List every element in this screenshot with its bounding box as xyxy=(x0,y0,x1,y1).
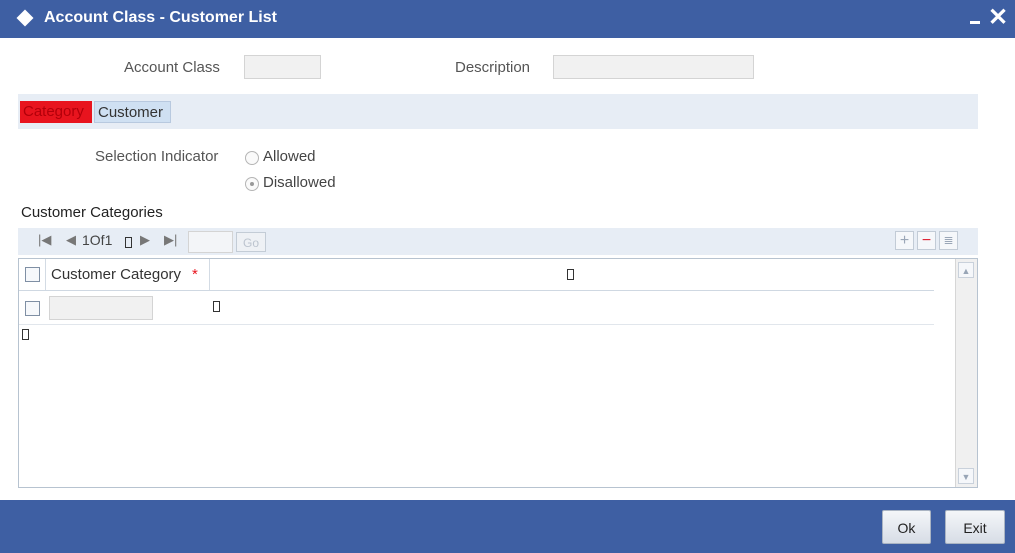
ok-button[interactable]: Ok xyxy=(882,510,931,544)
page-number-input[interactable] xyxy=(188,231,233,253)
scroll-down-icon[interactable]: ▼ xyxy=(958,468,974,484)
prev-page-icon[interactable]: ◀ xyxy=(66,232,76,248)
last-page-icon[interactable]: ▶| xyxy=(164,232,177,248)
allowed-label: Allowed xyxy=(263,148,316,165)
account-class-label: Account Class xyxy=(124,59,220,76)
customer-category-header: Customer Category xyxy=(51,266,182,283)
required-asterisk: * xyxy=(192,266,198,283)
customer-categories-title: Customer Categories xyxy=(21,204,163,221)
pager-bar: |◀ ◀ 1Of1 ▶ ▶| Go + − ≣ xyxy=(18,228,978,255)
row-checkbox[interactable] xyxy=(25,301,40,316)
selection-indicator-label: Selection Indicator xyxy=(95,148,219,165)
page-count-text: 1Of1 xyxy=(82,232,113,248)
grid-placeholder-glyph xyxy=(22,329,29,340)
header-divider-2 xyxy=(209,259,210,290)
description-label: Description xyxy=(455,59,531,76)
customer-category-input[interactable] xyxy=(49,296,153,320)
exit-button[interactable]: Exit xyxy=(945,510,1005,544)
tab-strip: Category Customer xyxy=(18,94,978,129)
first-page-icon[interactable]: |◀ xyxy=(38,232,51,248)
tab-category[interactable]: Category xyxy=(20,101,92,123)
header-divider xyxy=(45,259,46,290)
pager-placeholder-glyph xyxy=(125,237,132,248)
tab-customer[interactable]: Customer xyxy=(94,101,171,123)
grid-scrollbar[interactable]: ▲ ▼ xyxy=(955,259,977,487)
description-field[interactable] xyxy=(553,55,754,79)
minimize-icon[interactable] xyxy=(970,21,980,24)
diamond-icon xyxy=(16,9,34,27)
window-title: Account Class - Customer List xyxy=(44,9,277,26)
row-placeholder-glyph xyxy=(213,301,220,312)
close-icon[interactable]: ✕ xyxy=(988,4,1008,32)
allowed-radio[interactable] xyxy=(245,151,259,165)
header-placeholder-glyph xyxy=(567,269,574,280)
footer-bar: Ok Exit xyxy=(0,500,1015,553)
grid-header: Customer Category * xyxy=(19,259,934,291)
title-bar: Account Class - Customer List ✕ xyxy=(0,0,1015,38)
customer-category-grid: Customer Category * ▲ ▼ xyxy=(18,258,978,488)
go-button[interactable]: Go xyxy=(236,232,266,252)
select-all-checkbox[interactable] xyxy=(25,267,40,282)
table-row xyxy=(19,291,934,325)
disallowed-radio[interactable] xyxy=(245,177,259,191)
account-class-field[interactable] xyxy=(244,55,321,79)
disallowed-label: Disallowed xyxy=(263,174,336,191)
add-row-icon[interactable]: + xyxy=(895,231,914,250)
next-page-icon[interactable]: ▶ xyxy=(140,232,150,248)
single-view-icon[interactable]: ≣ xyxy=(939,231,958,250)
delete-row-icon[interactable]: − xyxy=(917,231,936,250)
scroll-up-icon[interactable]: ▲ xyxy=(958,262,974,278)
